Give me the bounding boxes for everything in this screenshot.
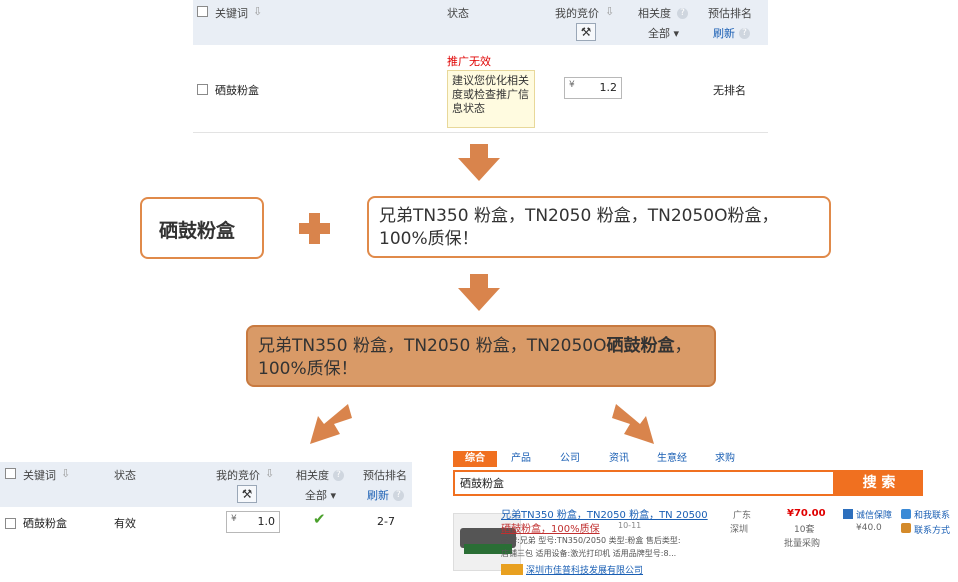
contact-info-link[interactable]: 联系方式 bbox=[914, 523, 950, 536]
company-badge-icon bbox=[501, 564, 523, 575]
hammer-icon[interactable]: ⚒ bbox=[237, 485, 257, 503]
row-checkbox-bottom[interactable] bbox=[5, 518, 16, 529]
col-keyword-header[interactable]: 关键词 bbox=[23, 467, 56, 483]
keyword-cell: 硒鼓粉盒 bbox=[215, 84, 259, 97]
top-table-header bbox=[193, 0, 768, 45]
product-title-box: 兄弟TN350 粉盒，TN2050 粉盒，TN2050O粉盒，100%质保！ bbox=[367, 196, 831, 258]
rank-cell: 2-7 bbox=[377, 515, 395, 528]
result-meta-2: 店铺三包 适用设备:激光打印机 适用品牌型号:8... bbox=[501, 549, 677, 558]
status-cell: 有效 bbox=[114, 517, 136, 530]
col-bid-header[interactable]: 我的竞价 bbox=[555, 5, 599, 21]
col-relevance-header: 相关度 bbox=[296, 469, 329, 482]
sort-arrow-icon[interactable]: ⇩ bbox=[605, 5, 614, 18]
help-icon[interactable]: ? bbox=[739, 28, 750, 39]
relevance-filter-dropdown[interactable]: 全部 ▾ bbox=[305, 487, 336, 503]
result-title-link[interactable]: 兄弟TN350 粉盒，TN2050 粉盒，TN 20500 bbox=[501, 506, 708, 521]
result-feature: 批量采购 bbox=[784, 539, 821, 549]
combined-part1: 兄弟TN350 粉盒，TN2050 粉盒，TN2050O bbox=[258, 336, 607, 356]
tab-products[interactable]: 产品 bbox=[511, 451, 531, 467]
col-status-header: 状态 bbox=[114, 469, 136, 482]
search-button[interactable]: 搜 索 bbox=[835, 470, 923, 496]
search-panel: 综合 产品 公司 资讯 生意经 求购 硒鼓粉盒 搜 索 兄弟TN350 粉盒，T… bbox=[453, 451, 953, 582]
status-error-text: 推广无效 bbox=[447, 55, 491, 68]
col-rank-header: 预估排名 bbox=[708, 7, 752, 20]
down-right-arrow-icon bbox=[612, 404, 654, 444]
combined-keyword: 硒鼓粉盒 bbox=[606, 336, 675, 356]
result-guarantee[interactable]: 诚信保障 bbox=[856, 508, 892, 521]
keyword-box-text: 硒鼓粉盒 bbox=[159, 220, 236, 242]
sort-arrow-icon[interactable]: ⇩ bbox=[253, 5, 262, 18]
relevance-filter-label: 全部 bbox=[648, 27, 670, 40]
relevance-filter-dropdown[interactable]: 全部 ▾ bbox=[648, 25, 679, 41]
result-city: 深圳 bbox=[730, 525, 749, 535]
chat-icon bbox=[901, 509, 911, 519]
col-relevance-header: 相关度 bbox=[638, 7, 671, 20]
search-input[interactable]: 硒鼓粉盒 bbox=[453, 470, 835, 496]
result-price-2: ¥40.0 bbox=[856, 523, 882, 533]
check-icon: ✔ bbox=[313, 510, 326, 528]
result-meta-1: 品牌:兄弟 型号:TN350/2050 类型:粉盒 售后类型: bbox=[501, 536, 681, 545]
tab-buying[interactable]: 求购 bbox=[715, 451, 735, 467]
help-icon[interactable]: ? bbox=[677, 8, 688, 19]
tab-news[interactable]: 资讯 bbox=[609, 451, 629, 467]
col-keyword-header[interactable]: 关键词 bbox=[215, 5, 248, 21]
row-divider bbox=[193, 132, 768, 133]
sort-arrow-icon[interactable]: ⇩ bbox=[61, 467, 70, 480]
hammer-icon[interactable]: ⚒ bbox=[576, 23, 596, 41]
guarantee-icon bbox=[843, 509, 853, 519]
refresh-link[interactable]: 刷新 bbox=[367, 487, 389, 503]
status-hint-box: 建议您优化相关度或检查推广信息状态 bbox=[447, 70, 535, 128]
down-arrow-icon bbox=[458, 274, 500, 311]
plus-icon bbox=[299, 213, 330, 244]
select-all-checkbox-top[interactable] bbox=[197, 6, 208, 17]
bid-value: 1.0 bbox=[257, 515, 276, 528]
result-date: 10-11 bbox=[618, 521, 642, 530]
tab-companies[interactable]: 公司 bbox=[560, 451, 580, 467]
down-left-arrow-icon bbox=[310, 404, 352, 444]
result-location: 广东 bbox=[733, 511, 752, 521]
contact-me-button[interactable]: 和我联系 bbox=[914, 508, 950, 521]
search-query-text: 硒鼓粉盒 bbox=[460, 477, 504, 490]
currency-symbol: ¥ bbox=[569, 80, 575, 90]
rank-cell: 无排名 bbox=[713, 84, 746, 97]
result-sales: 10套 bbox=[794, 525, 815, 535]
tab-all[interactable]: 综合 bbox=[453, 451, 497, 467]
help-icon[interactable]: ? bbox=[333, 470, 344, 481]
col-status-header: 状态 bbox=[447, 7, 469, 20]
result-company-link[interactable]: 深圳市佳普科技发展有限公司 bbox=[526, 563, 643, 576]
status-hint-text: 建议您优化相关度或检查推广信息状态 bbox=[452, 74, 529, 115]
contact-info-icon bbox=[901, 523, 911, 533]
keyword-cell: 硒鼓粉盒 bbox=[23, 517, 67, 530]
col-bid-header[interactable]: 我的竞价 bbox=[216, 467, 260, 483]
help-icon[interactable]: ? bbox=[393, 490, 404, 501]
bid-input-bottom[interactable]: ¥ 1.0 bbox=[226, 511, 280, 533]
search-button-label: 搜 索 bbox=[862, 475, 896, 491]
row-checkbox-top[interactable] bbox=[197, 84, 208, 95]
currency-symbol: ¥ bbox=[231, 514, 237, 524]
product-title-text: 兄弟TN350 粉盒，TN2050 粉盒，TN2050O粉盒，100%质保！ bbox=[379, 206, 779, 249]
tab-business[interactable]: 生意经 bbox=[657, 451, 687, 467]
relevance-filter-label: 全部 bbox=[305, 489, 327, 502]
result-price: ¥70.00 bbox=[787, 508, 826, 519]
sort-arrow-icon[interactable]: ⇩ bbox=[265, 467, 274, 480]
bid-value: 1.2 bbox=[599, 81, 618, 94]
select-all-checkbox-bottom[interactable] bbox=[5, 468, 16, 479]
combined-title-box: 兄弟TN350 粉盒，TN2050 粉盒，TN2050O硒鼓粉盒，100%质保！ bbox=[246, 325, 716, 387]
bid-input-top[interactable]: ¥ 1.2 bbox=[564, 77, 622, 99]
tab-bar: 综合 产品 公司 资讯 生意经 求购 bbox=[453, 451, 953, 468]
down-arrow-icon bbox=[458, 144, 500, 181]
refresh-link[interactable]: 刷新 bbox=[713, 25, 735, 41]
result-subtitle-link[interactable]: 硒鼓粉盒，100%质保 bbox=[501, 520, 600, 535]
col-rank-header: 预估排名 bbox=[363, 469, 407, 482]
keyword-box: 硒鼓粉盒 bbox=[140, 197, 264, 259]
